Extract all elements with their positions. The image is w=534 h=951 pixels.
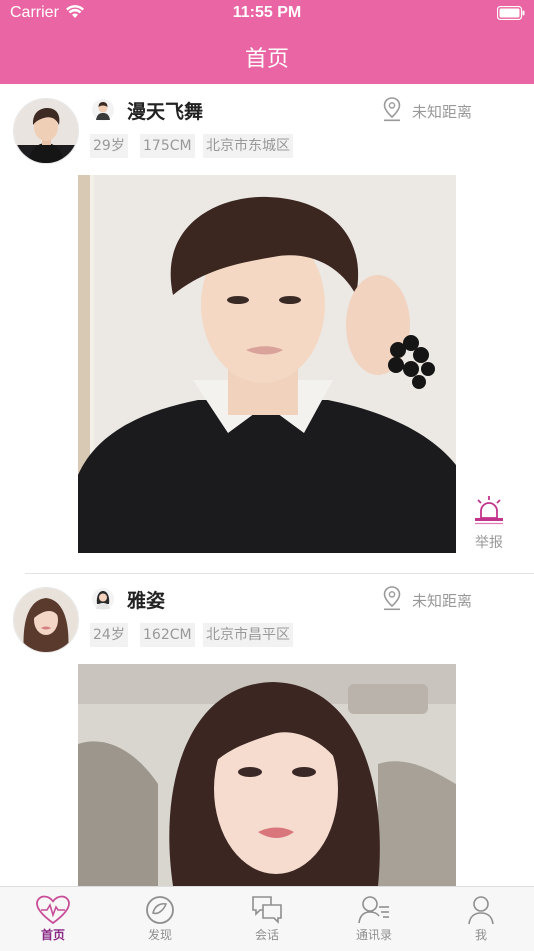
person-icon: [468, 896, 494, 925]
user-avatar[interactable]: [13, 98, 79, 164]
clock: 11:55 PM: [232, 4, 302, 21]
tab-label: 我: [474, 928, 487, 942]
age-tag: 24岁: [90, 623, 128, 647]
city-tag: 北京市昌平区: [203, 623, 293, 647]
profile-photo[interactable]: [78, 664, 456, 886]
male-avatar-icon: [92, 99, 114, 121]
user-name: 漫天飞舞: [127, 101, 204, 123]
height-tag: 175CM: [140, 134, 195, 158]
tab-label: 会话: [254, 928, 279, 942]
user-feed[interactable]: 漫天飞舞 未知距离 29岁 175CM 北京市东城区 举报 雅姿 未知距离 24…: [0, 84, 534, 886]
female-avatar-icon: [92, 588, 114, 610]
compass-icon: [146, 896, 174, 924]
tab-label: 通讯录: [355, 928, 392, 942]
location-pin-icon: [383, 97, 401, 123]
distance-label: 未知距离: [412, 103, 473, 121]
tab-me[interactable]: 我: [428, 887, 534, 951]
user-name: 雅姿: [127, 590, 166, 612]
age-tag: 29岁: [90, 134, 128, 158]
report-label: 举报: [475, 535, 503, 551]
navigation-bar: 首页: [0, 28, 534, 84]
tab-label: 首页: [40, 928, 65, 942]
tab-label: 发现: [147, 928, 172, 942]
user-card[interactable]: 雅姿 未知距离 24岁 162CM 北京市昌平区: [0, 574, 534, 886]
tab-contacts[interactable]: 通讯录: [321, 887, 427, 951]
tab-home[interactable]: 首页: [0, 887, 106, 951]
location-pin-icon: [383, 586, 401, 612]
chat-icon: [252, 896, 282, 924]
status-bar: Carrier 11:55 PM: [0, 0, 534, 28]
tab-bar: 首页 发现 会话 通讯录 我: [0, 886, 534, 951]
page-title: 首页: [244, 47, 289, 72]
tab-discover[interactable]: 发现: [107, 887, 213, 951]
tab-chats[interactable]: 会话: [214, 887, 320, 951]
profile-photo[interactable]: [78, 175, 456, 553]
report-button[interactable]: 举报: [470, 494, 508, 552]
distance-label: 未知距离: [412, 592, 473, 610]
heart-pulse-icon: [36, 895, 70, 925]
user-card[interactable]: 漫天飞舞 未知距离 29岁 175CM 北京市东城区 举报: [0, 84, 534, 574]
battery-icon: [496, 5, 525, 25]
height-tag: 162CM: [140, 623, 195, 647]
user-avatar[interactable]: [13, 587, 79, 653]
alarm-siren-icon: [475, 496, 503, 525]
contacts-icon: [358, 896, 389, 924]
city-tag: 北京市东城区: [203, 134, 293, 158]
